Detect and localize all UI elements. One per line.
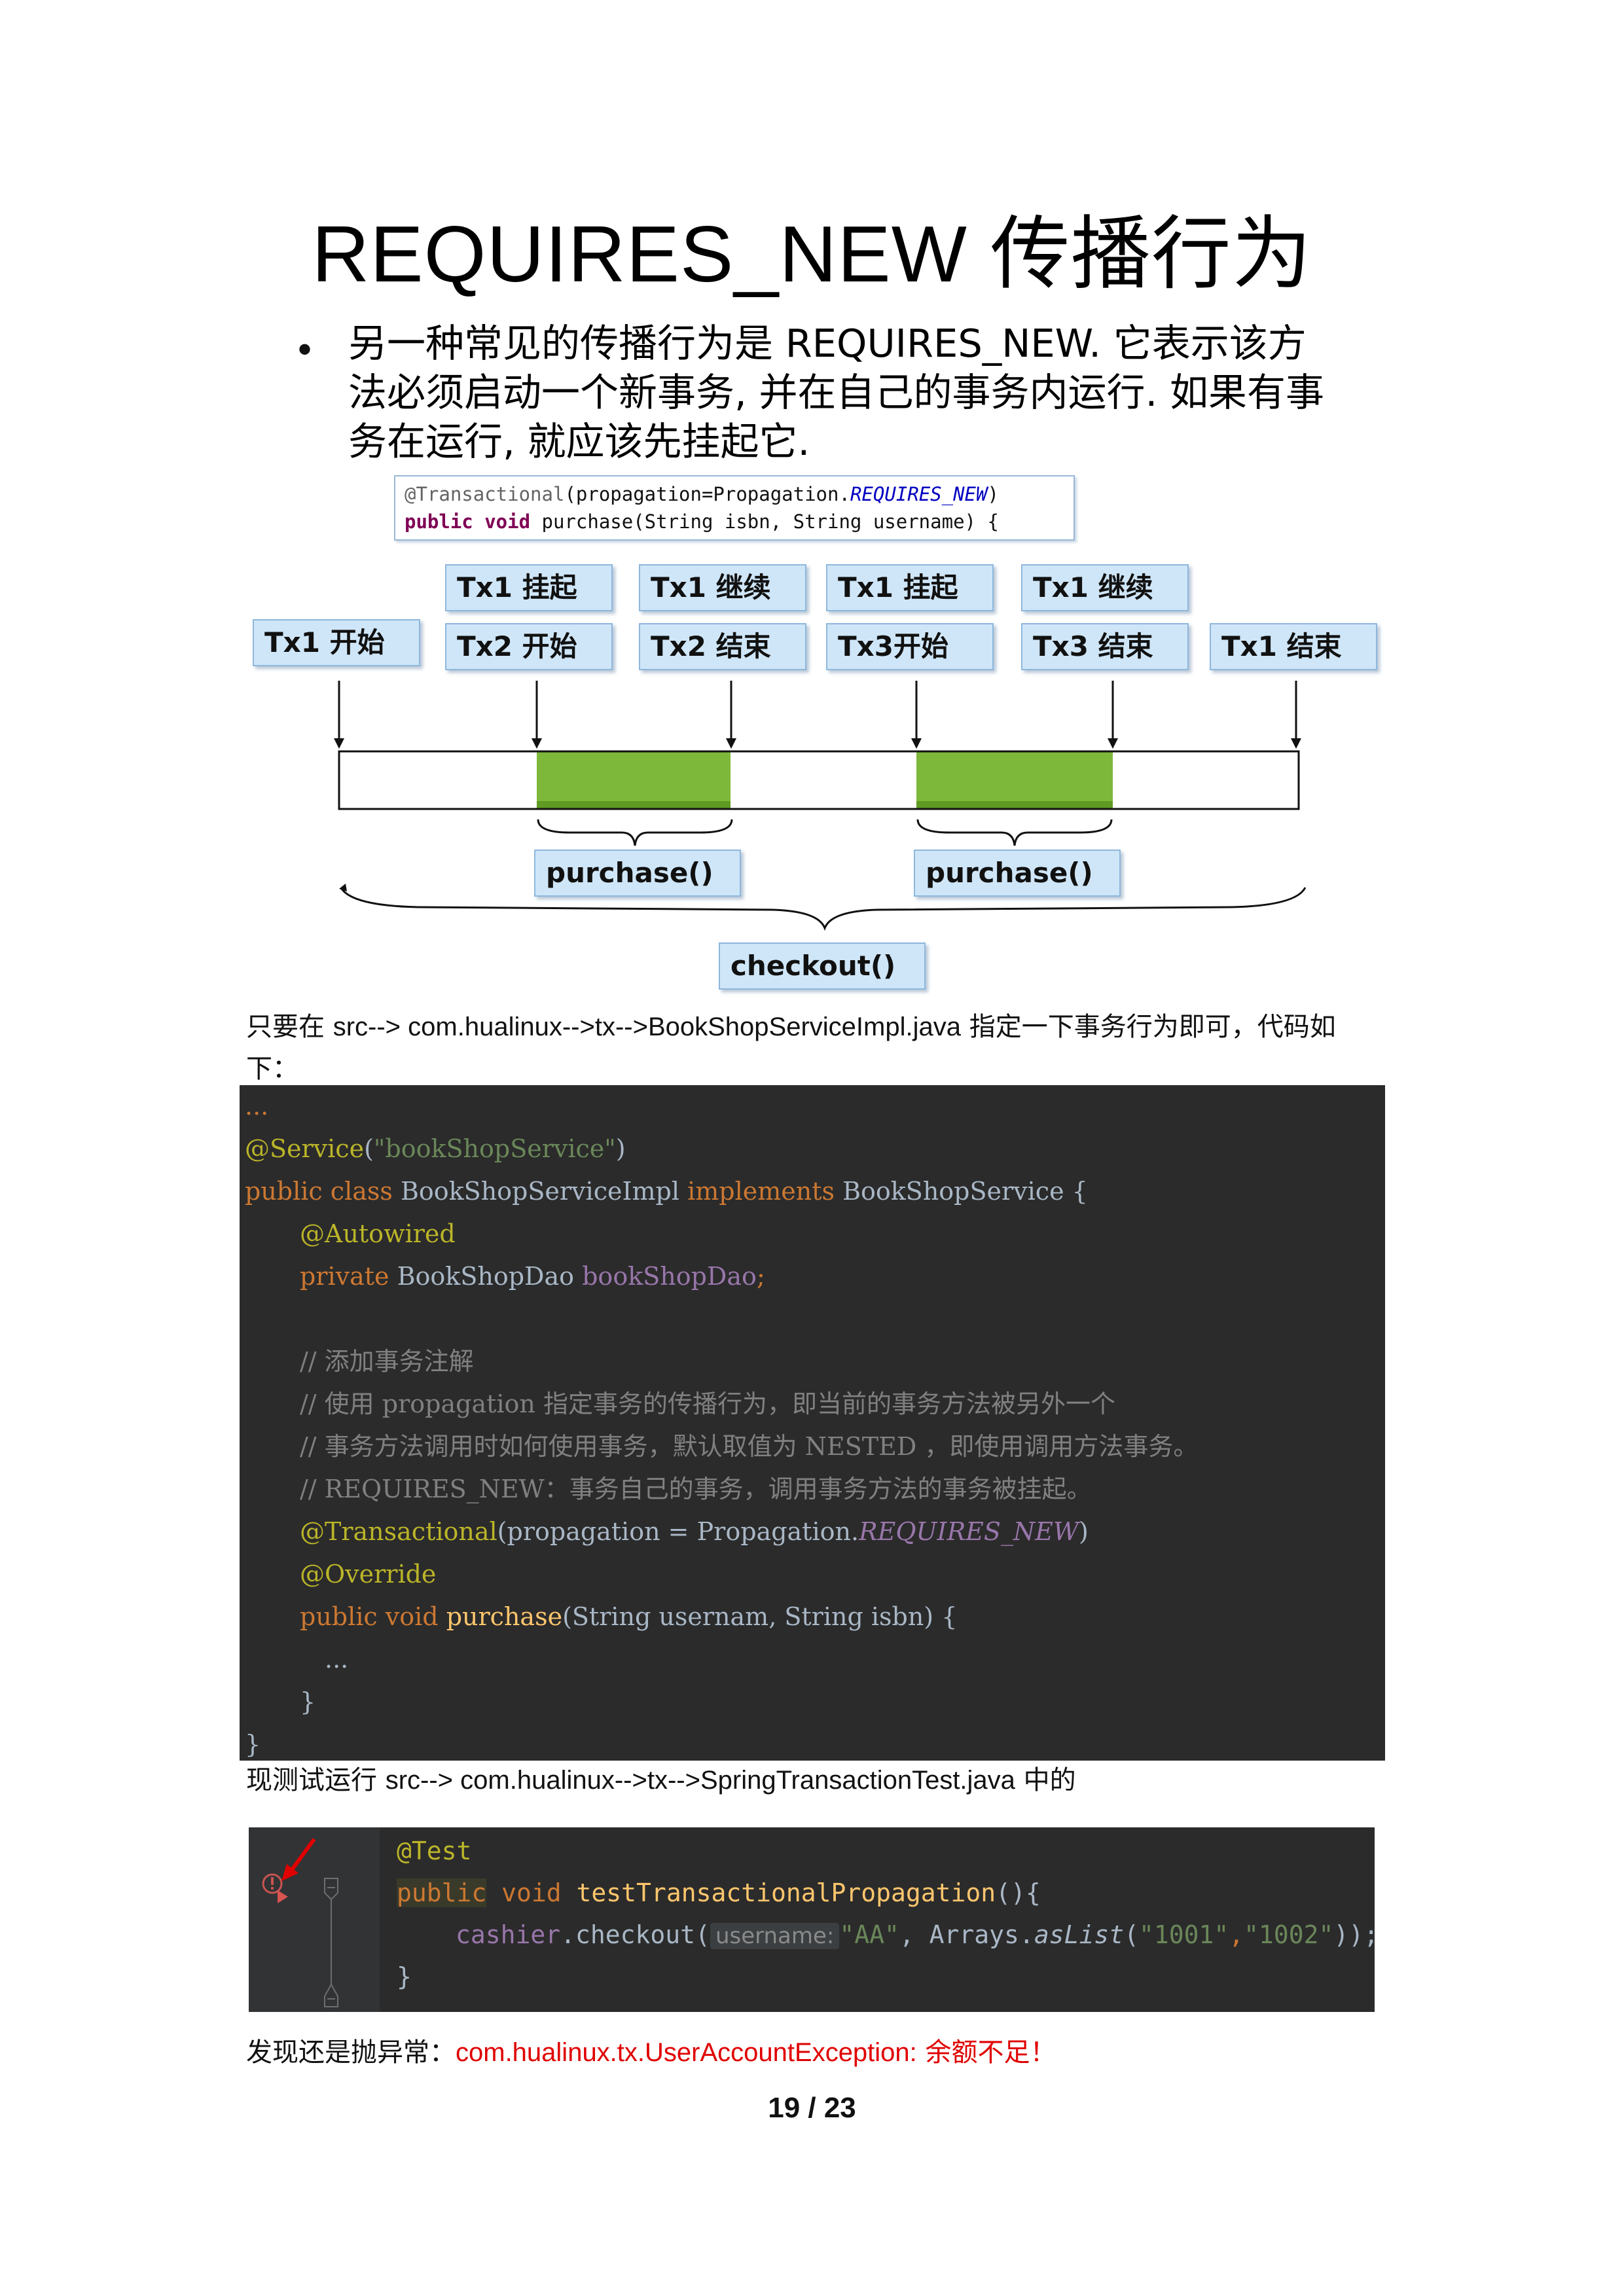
code-comment: // 使用 propagation 指定事务的传播行为，即当前的事务方法被另外一… — [300, 1390, 1115, 1418]
annotation: @Transactional — [300, 1517, 497, 1546]
code-line: } — [300, 1687, 316, 1716]
exception-name: com.hualinux.tx.UserAccountException: — [456, 2038, 917, 2067]
run-text-end: 中的 — [1015, 1765, 1076, 1795]
paren: ) — [1079, 1517, 1089, 1546]
code-line: @Override — [300, 1553, 436, 1596]
run-caption: 现测试运行 src--> com.hualinux-->tx-->SpringT… — [246, 1759, 1398, 1801]
semicolon: ; — [756, 1262, 765, 1291]
paren: )); — [1333, 1920, 1379, 1949]
gutter-icons — [262, 1838, 338, 2007]
paren: ( — [364, 1134, 374, 1163]
result-text: 发现还是抛异常： — [246, 2037, 456, 2068]
code-line: public void purchase(String usernam, Str… — [300, 1596, 957, 1638]
editor-gutter — [249, 1827, 380, 2012]
intro-text: 只要在 — [246, 1012, 333, 1042]
code-line: } — [397, 1962, 412, 1991]
method-call: .checkout( — [560, 1920, 710, 1949]
intro-text-wrap: 下： — [246, 1054, 298, 1084]
code-comment: // REQUIRES_NEW：事务自己的事务，调用事务方法的事务被挂起。 — [300, 1475, 1092, 1503]
code-line: @Service("bookShopService") — [245, 1128, 626, 1170]
intro-file-path: src--> com.hualinux-->tx-->BookShopServi… — [333, 1013, 961, 1041]
annotation: @Test — [397, 1837, 472, 1865]
code-line: public class BookShopServiceImpl impleme… — [245, 1170, 1088, 1213]
keyword: void — [486, 1878, 562, 1907]
code-comment: // 添加事务注解 — [300, 1347, 474, 1376]
paren: (){ — [996, 1878, 1041, 1907]
code-block-bookshop-service: ... @Service("bookShopService") public c… — [240, 1085, 1385, 1761]
label-purchase-2: purchase() — [914, 850, 1121, 897]
active-segment-tx2 — [537, 751, 731, 809]
constant: REQUIRES_NEW — [859, 1517, 1079, 1546]
timeline-diagram — [334, 681, 1307, 931]
string-literal: "1002" — [1244, 1920, 1334, 1949]
annotation: @Service — [245, 1134, 365, 1163]
code-comment: // 事务方法调用时如何使用事务，默认取值为 NESTED ，即使用调用方法事务… — [300, 1432, 1199, 1461]
fold-icon[interactable] — [324, 1878, 338, 2007]
code-line: public void testTransactionalPropagation… — [397, 1872, 1041, 1914]
exception-message: 余额不足！ — [916, 2037, 1056, 2068]
annotation: @Override — [300, 1560, 437, 1588]
interface-name: BookShopService { — [835, 1177, 1088, 1206]
annotation: @Autowired — [300, 1219, 456, 1248]
code-line: @Autowired — [300, 1213, 456, 1255]
code-line: @Test — [397, 1830, 471, 1872]
paren: ) — [615, 1134, 626, 1163]
string-literal: "AA" — [839, 1920, 899, 1949]
code-block-test: @Test public void testTransactionalPropa… — [249, 1827, 1379, 2012]
run-file-path: src--> com.hualinux-->tx-->SpringTransac… — [385, 1766, 1015, 1795]
parameter-hint: username: — [710, 1923, 840, 1949]
object-name: cashier — [456, 1920, 561, 1949]
code-line: private BookShopDao bookShopDao; — [300, 1255, 765, 1298]
code-line: ... — [325, 1645, 349, 1674]
comma: , — [1229, 1920, 1244, 1949]
brace-checkout — [340, 887, 1307, 931]
page-number: 19 / 23 — [768, 2092, 856, 2124]
method-params: (String usernam, String isbn) { — [562, 1602, 958, 1631]
brace-purchase-2 — [916, 819, 1113, 846]
method-name: purchase — [438, 1602, 563, 1631]
string-literal: "bookShopService" — [373, 1134, 616, 1163]
label-checkout: checkout() — [719, 942, 926, 990]
class-name: BookShopServiceImpl — [392, 1177, 688, 1206]
type-name: BookShopDao — [389, 1262, 583, 1291]
string-literal: "1001" — [1138, 1920, 1229, 1949]
red-arrow-icon — [281, 1838, 316, 1881]
field-name: bookShopDao — [582, 1262, 757, 1291]
static-method: asList — [1034, 1920, 1125, 1949]
intro-text-end: 指定一下事务行为即可，代码如 — [960, 1012, 1336, 1042]
keyword: public void — [300, 1602, 439, 1631]
annotation-args: (propagation = Propagation. — [497, 1517, 859, 1546]
code-line: @Transactional(propagation = Propagation… — [300, 1511, 1089, 1553]
timeline-bar — [338, 750, 1300, 810]
active-segment-tx3 — [916, 751, 1113, 809]
method-name: testTransactionalPropagation — [561, 1878, 996, 1907]
keyword: implements — [687, 1177, 835, 1206]
brace-purchase-1 — [537, 819, 733, 846]
intro-caption: 只要在 src--> com.hualinux-->tx-->BookShopS… — [246, 1006, 1398, 1090]
paren: ( — [1124, 1920, 1139, 1949]
label-purchase-1: purchase() — [534, 850, 741, 897]
run-text: 现测试运行 — [246, 1765, 386, 1795]
result-caption: 发现还是抛异常：com.hualinux.tx.UserAccountExcep… — [246, 2032, 1398, 2073]
keyword: public class — [245, 1177, 393, 1206]
keyword: private — [300, 1262, 389, 1291]
keyword-highlighted: public — [397, 1878, 487, 1907]
code-line: cashier.checkout(username: "AA", Arrays.a… — [456, 1914, 1379, 1957]
code-text: , Arrays. — [899, 1920, 1034, 1949]
code-line: ... — [245, 1085, 268, 1128]
ellipsis: ... — [245, 1092, 269, 1121]
